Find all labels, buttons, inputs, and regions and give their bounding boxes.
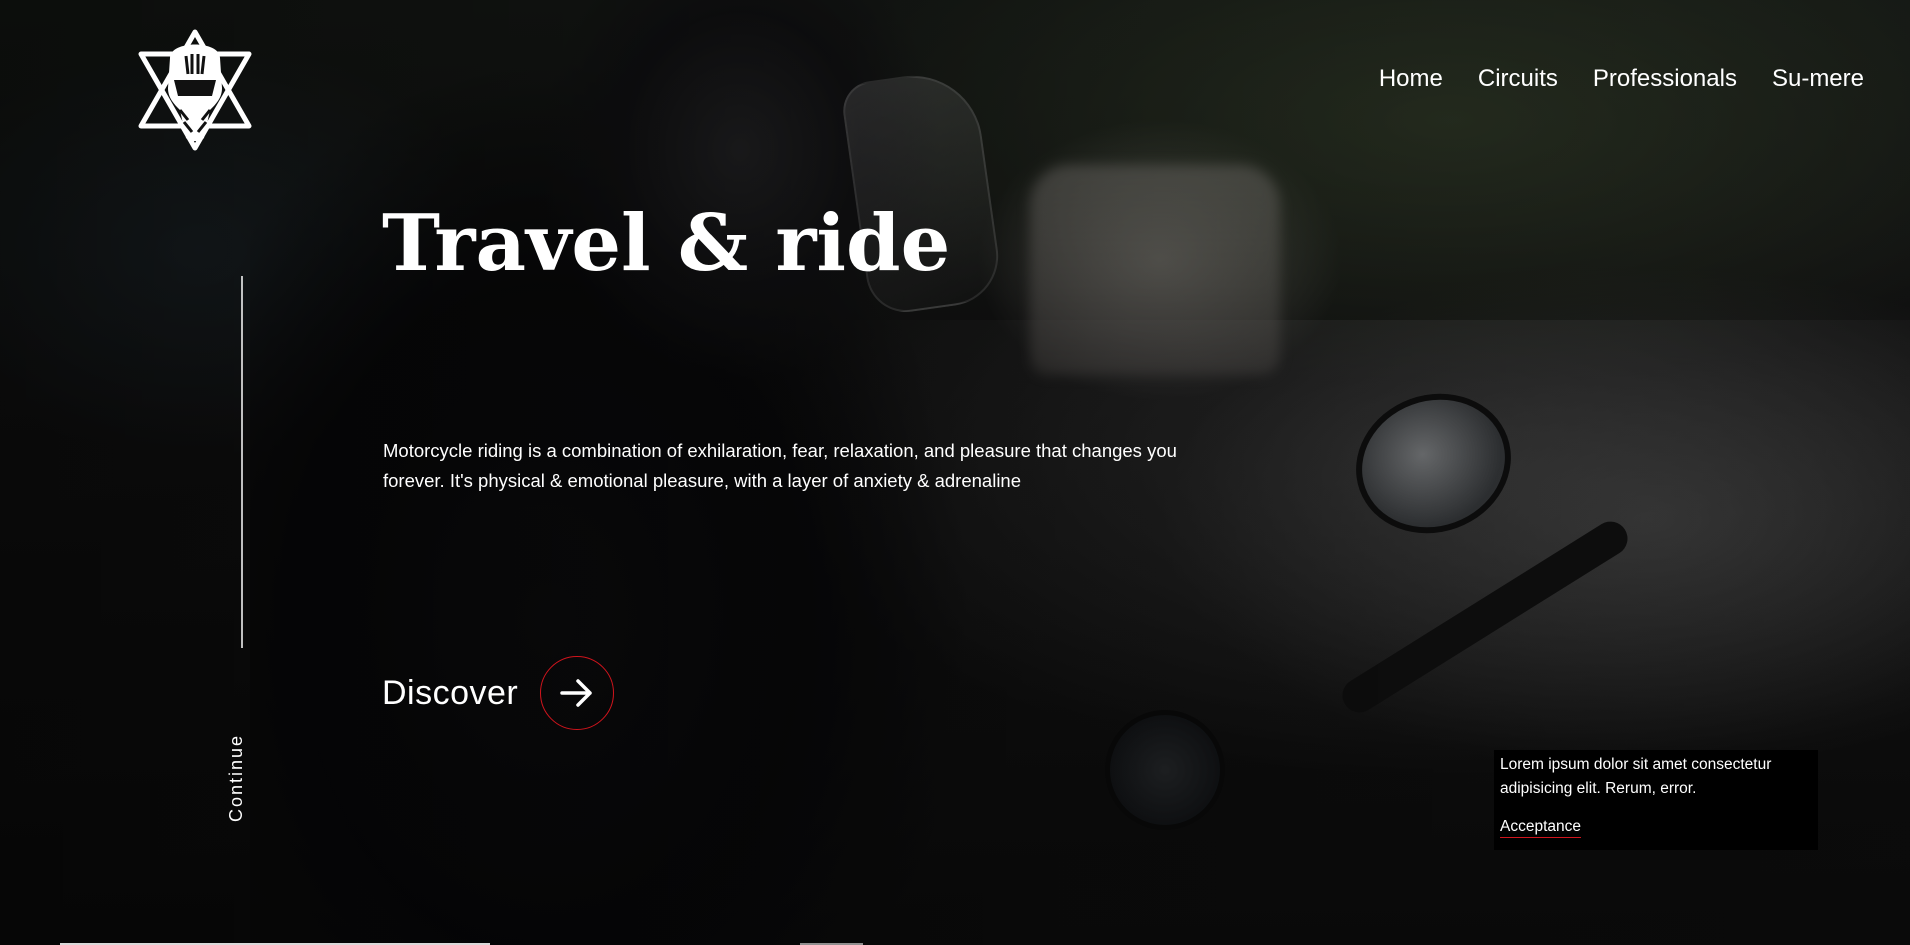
hero-section: Home Circuits Professionals Su-mere Cont… xyxy=(0,0,1910,945)
helmet-logo-icon xyxy=(138,29,252,151)
discover-circle[interactable] xyxy=(540,656,615,730)
continue-link[interactable]: Continue xyxy=(226,734,247,822)
hero-title: Travel & ride xyxy=(382,198,951,289)
logo[interactable] xyxy=(136,26,254,154)
cookie-notice: Lorem ipsum dolor sit amet consectetur a… xyxy=(1494,750,1818,850)
nav-professionals[interactable]: Professionals xyxy=(1593,64,1737,94)
nav-su-mere[interactable]: Su-mere xyxy=(1772,64,1864,94)
nav-home[interactable]: Home xyxy=(1379,64,1443,94)
arrow-right-icon xyxy=(560,679,592,707)
hero-description: Motorcycle riding is a combination of ex… xyxy=(383,440,1177,491)
discover-label: Discover xyxy=(382,674,519,712)
cookie-text: Lorem ipsum dolor sit amet consectetur a… xyxy=(1500,756,1772,797)
discover-button[interactable]: Discover xyxy=(382,656,615,730)
main-nav: Home Circuits Professionals Su-mere xyxy=(1379,64,1864,94)
cookie-accept-link[interactable]: Acceptance xyxy=(1500,817,1581,838)
nav-circuits[interactable]: Circuits xyxy=(1478,64,1558,94)
side-divider-line xyxy=(241,276,243,648)
